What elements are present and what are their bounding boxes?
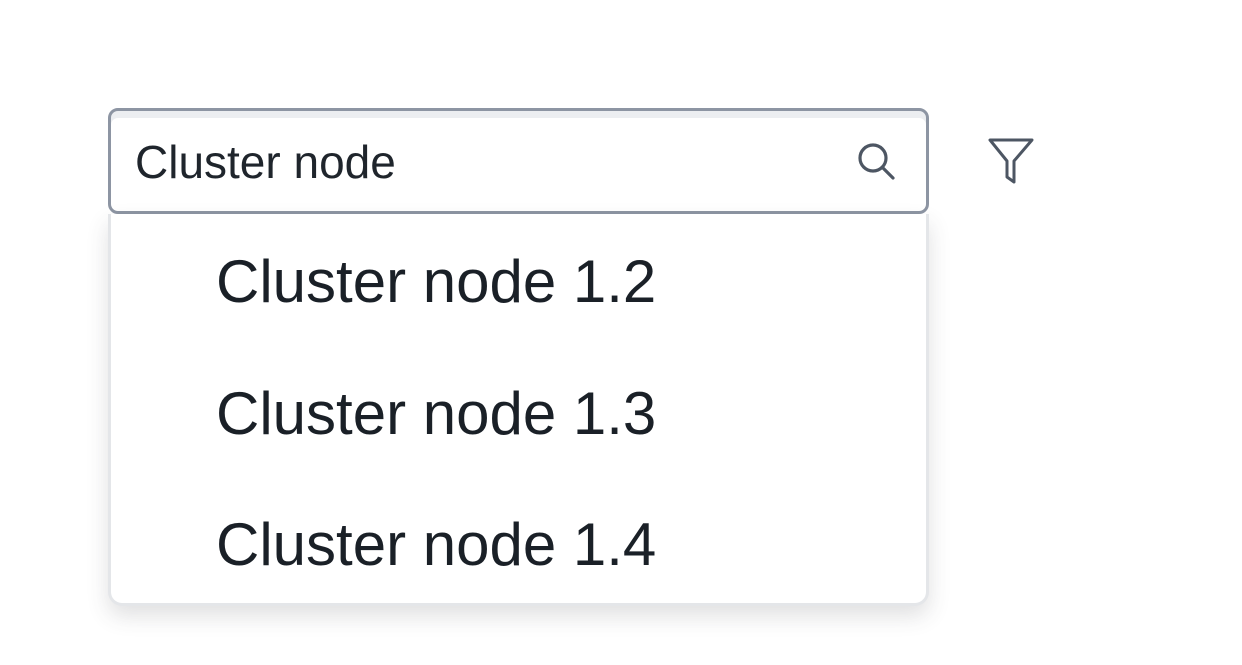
dropdown-item[interactable]: Cluster node 1.3 (216, 369, 656, 459)
search-icon[interactable] (855, 140, 899, 184)
search-results-dropdown: Cluster node 1.2 Cluster node 1.3 Cluste… (108, 214, 929, 606)
dropdown-item[interactable]: Cluster node 1.2 (216, 237, 656, 327)
search-combobox[interactable] (108, 108, 929, 214)
filter-icon[interactable] (982, 132, 1040, 190)
dropdown-item[interactable]: Cluster node 1.4 (216, 500, 656, 590)
search-input[interactable] (135, 127, 825, 197)
